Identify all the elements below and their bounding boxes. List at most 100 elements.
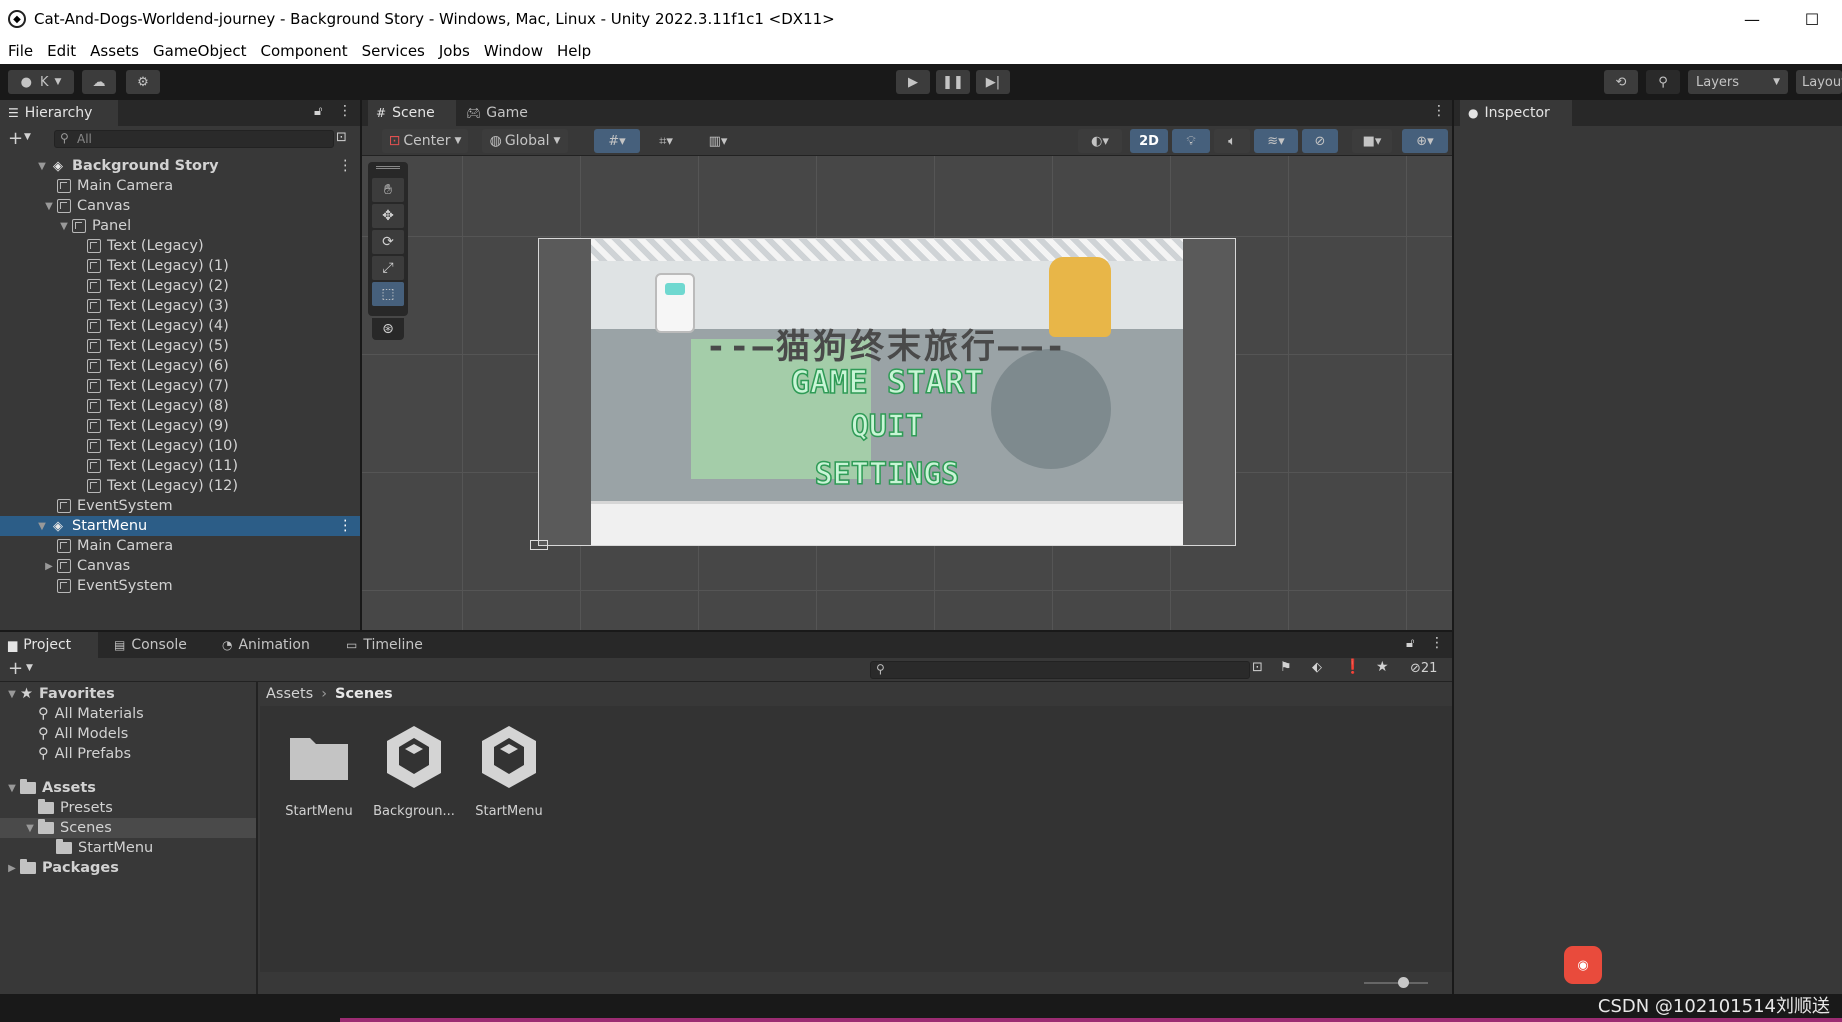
hierarchy-row[interactable]: Text (Legacy) (12) bbox=[0, 476, 360, 496]
minimize-button[interactable]: — bbox=[1722, 0, 1782, 38]
hierarchy-row[interactable]: Text (Legacy) (6) bbox=[0, 356, 360, 376]
cloud-button[interactable]: ☁ bbox=[82, 70, 116, 94]
tab-console[interactable]: ▤ Console bbox=[106, 632, 206, 658]
favorite-star-icon[interactable]: ★ bbox=[1376, 659, 1389, 675]
scale-tool-button[interactable]: ⤢ bbox=[372, 256, 404, 280]
collapse-arrow-icon[interactable]: ▼ bbox=[36, 161, 48, 172]
gizmos-button[interactable]: ⊕▾ bbox=[1402, 129, 1448, 153]
expand-arrow-icon[interactable]: ▶ bbox=[6, 863, 18, 874]
folder-tree-row[interactable]: StartMenu bbox=[0, 838, 256, 858]
grid-snap-button[interactable]: #▾ bbox=[594, 129, 640, 153]
collapse-arrow-icon[interactable]: ▼ bbox=[36, 521, 48, 532]
hierarchy-row[interactable]: Text (Legacy) (7) bbox=[0, 376, 360, 396]
chevron-down-icon[interactable]: ▼ bbox=[24, 132, 31, 142]
breadcrumb-scenes[interactable]: Scenes bbox=[335, 686, 393, 702]
canvas-frame[interactable]: --—猫狗终末旅行——- GAME START QUIT SETTINGS bbox=[538, 238, 1236, 546]
layers-dropdown[interactable]: Layers ▼ bbox=[1688, 70, 1788, 94]
folder-tree-row[interactable]: ⚲ All Prefabs bbox=[0, 744, 256, 764]
hierarchy-row[interactable]: Main Camera bbox=[0, 176, 360, 196]
menu-gameobject[interactable]: GameObject bbox=[153, 42, 247, 60]
warning-icon[interactable]: ❗ bbox=[1344, 659, 1361, 675]
lock-icon[interactable]: 🔓︎ bbox=[314, 104, 322, 119]
shading-mode-button[interactable]: ◐▾ bbox=[1078, 129, 1122, 153]
increment-snap-button[interactable]: ⌗▾ bbox=[646, 129, 686, 153]
hierarchy-row[interactable]: Text (Legacy) (3) bbox=[0, 296, 360, 316]
space-dropdown[interactable]: ◍ Global ▼ bbox=[482, 129, 568, 153]
menu-window[interactable]: Window bbox=[484, 42, 543, 60]
hierarchy-row[interactable]: EventSystem bbox=[0, 496, 360, 516]
hierarchy-row[interactable]: Text (Legacy) (5) bbox=[0, 336, 360, 356]
hierarchy-row[interactable]: Text (Legacy) (9) bbox=[0, 416, 360, 436]
lock-icon[interactable]: 🔓︎ bbox=[1406, 636, 1414, 651]
hierarchy-row[interactable]: Main Camera bbox=[0, 536, 360, 556]
menu-jobs[interactable]: Jobs bbox=[439, 42, 470, 60]
zoom-slider-thumb[interactable] bbox=[1398, 977, 1409, 988]
add-icon[interactable]: + bbox=[8, 658, 23, 679]
anchor-handle[interactable] bbox=[530, 540, 548, 550]
add-icon[interactable]: + bbox=[8, 128, 23, 149]
collab-button[interactable]: ⚙ bbox=[126, 70, 160, 94]
layout-dropdown[interactable]: Layout bbox=[1796, 70, 1842, 94]
kebab-menu-icon[interactable]: ⋮ bbox=[338, 103, 352, 119]
menu-file[interactable]: File bbox=[8, 42, 33, 60]
pause-button[interactable]: ❚❚ bbox=[936, 70, 970, 94]
transform-tool-button[interactable] bbox=[372, 308, 404, 314]
folder-tree-row[interactable]: ▼ Assets bbox=[0, 778, 256, 798]
folder-tree-row[interactable]: ⚲ All Models bbox=[0, 724, 256, 744]
undo-history-button[interactable]: ⟲ bbox=[1604, 70, 1638, 94]
folder-tree-row[interactable]: ▶ Packages bbox=[0, 858, 256, 878]
asset-item[interactable]: Backgroun... bbox=[371, 724, 457, 824]
folder-tree-row[interactable]: ⚲ All Materials bbox=[0, 704, 256, 724]
ai-assistant-icon[interactable]: ◉ bbox=[1564, 946, 1602, 984]
tab-animation[interactable]: ◔ Animation bbox=[214, 632, 330, 658]
hierarchy-row[interactable]: ▼ ◈ StartMenu ⋮ bbox=[0, 516, 360, 536]
tab-scene[interactable]: # Scene bbox=[368, 100, 456, 126]
tab-game[interactable]: 🎮︎ Game bbox=[458, 100, 538, 126]
maximize-button[interactable]: ☐ bbox=[1782, 0, 1842, 38]
hierarchy-row[interactable]: ▼ Panel bbox=[0, 216, 360, 236]
collapse-arrow-icon[interactable]: ▼ bbox=[6, 689, 18, 700]
account-dropdown[interactable]: ● K ▼ bbox=[8, 70, 74, 94]
breadcrumb-assets[interactable]: Assets bbox=[266, 686, 313, 702]
folder-tree-row[interactable]: ▼ ★ Favorites bbox=[0, 684, 256, 704]
camera-button[interactable]: ■▾ bbox=[1352, 129, 1392, 153]
collapse-arrow-icon[interactable]: ▼ bbox=[43, 201, 55, 212]
menu-assets[interactable]: Assets bbox=[90, 42, 139, 60]
kebab-menu-icon[interactable]: ⋮ bbox=[338, 158, 353, 174]
scene-viewport[interactable]: ✋︎ ✥ ⟳ ⤢ ⬚ ⊛ --—猫狗终末旅行——- GAME START QUI… bbox=[362, 156, 1452, 630]
hierarchy-row[interactable]: Text (Legacy) (11) bbox=[0, 456, 360, 476]
hierarchy-row[interactable]: Text (Legacy) (10) bbox=[0, 436, 360, 456]
menu-services[interactable]: Services bbox=[362, 42, 425, 60]
transform-tool-button-2[interactable]: ⊛ bbox=[372, 318, 404, 340]
hierarchy-row[interactable]: Text (Legacy) bbox=[0, 236, 360, 256]
hierarchy-row[interactable]: Text (Legacy) (1) bbox=[0, 256, 360, 276]
collapse-arrow-icon[interactable]: ▼ bbox=[6, 783, 18, 794]
kebab-menu-icon[interactable]: ⋮ bbox=[338, 518, 353, 534]
hand-tool-button[interactable]: ✋︎ bbox=[372, 178, 404, 202]
tab-hierarchy[interactable]: ☰ Hierarchy bbox=[0, 100, 118, 126]
hierarchy-row[interactable]: Text (Legacy) (8) bbox=[0, 396, 360, 416]
search-filter-icon[interactable]: ⚑ bbox=[1280, 660, 1292, 675]
asset-item[interactable]: StartMenu bbox=[466, 724, 552, 824]
drag-handle-icon[interactable] bbox=[376, 166, 400, 169]
rect-tool-button[interactable]: ⬚ bbox=[372, 282, 404, 306]
menu-edit[interactable]: Edit bbox=[47, 42, 76, 60]
scene-visibility-icon[interactable]: ⊡ bbox=[336, 130, 347, 145]
asset-item[interactable]: StartMenu bbox=[276, 724, 362, 824]
hidden-objects-button[interactable]: ⊘ bbox=[1302, 129, 1338, 153]
expand-arrow-icon[interactable]: ▶ bbox=[43, 561, 55, 572]
ruler-button[interactable]: ▥▾ bbox=[696, 129, 740, 153]
folder-tree-row[interactable]: ▼ Scenes bbox=[0, 818, 256, 838]
hierarchy-search-field[interactable]: ⚲ All bbox=[54, 130, 334, 148]
step-button[interactable]: ▶| bbox=[976, 70, 1010, 94]
tab-project[interactable]: ▆ Project bbox=[0, 632, 98, 658]
hierarchy-row[interactable]: ▼ Canvas bbox=[0, 196, 360, 216]
toggle-2d-button[interactable]: 2D bbox=[1130, 129, 1168, 153]
rotate-tool-button[interactable]: ⟳ bbox=[372, 230, 404, 254]
tab-inspector[interactable]: ● Inspector bbox=[1460, 100, 1572, 126]
play-button[interactable]: ▶ bbox=[896, 70, 930, 94]
collapse-arrow-icon[interactable]: ▼ bbox=[24, 823, 36, 834]
kebab-menu-icon[interactable]: ⋮ bbox=[1430, 635, 1444, 651]
project-search-field[interactable]: ⚲ bbox=[870, 661, 1250, 679]
hierarchy-row[interactable]: Text (Legacy) (4) bbox=[0, 316, 360, 336]
